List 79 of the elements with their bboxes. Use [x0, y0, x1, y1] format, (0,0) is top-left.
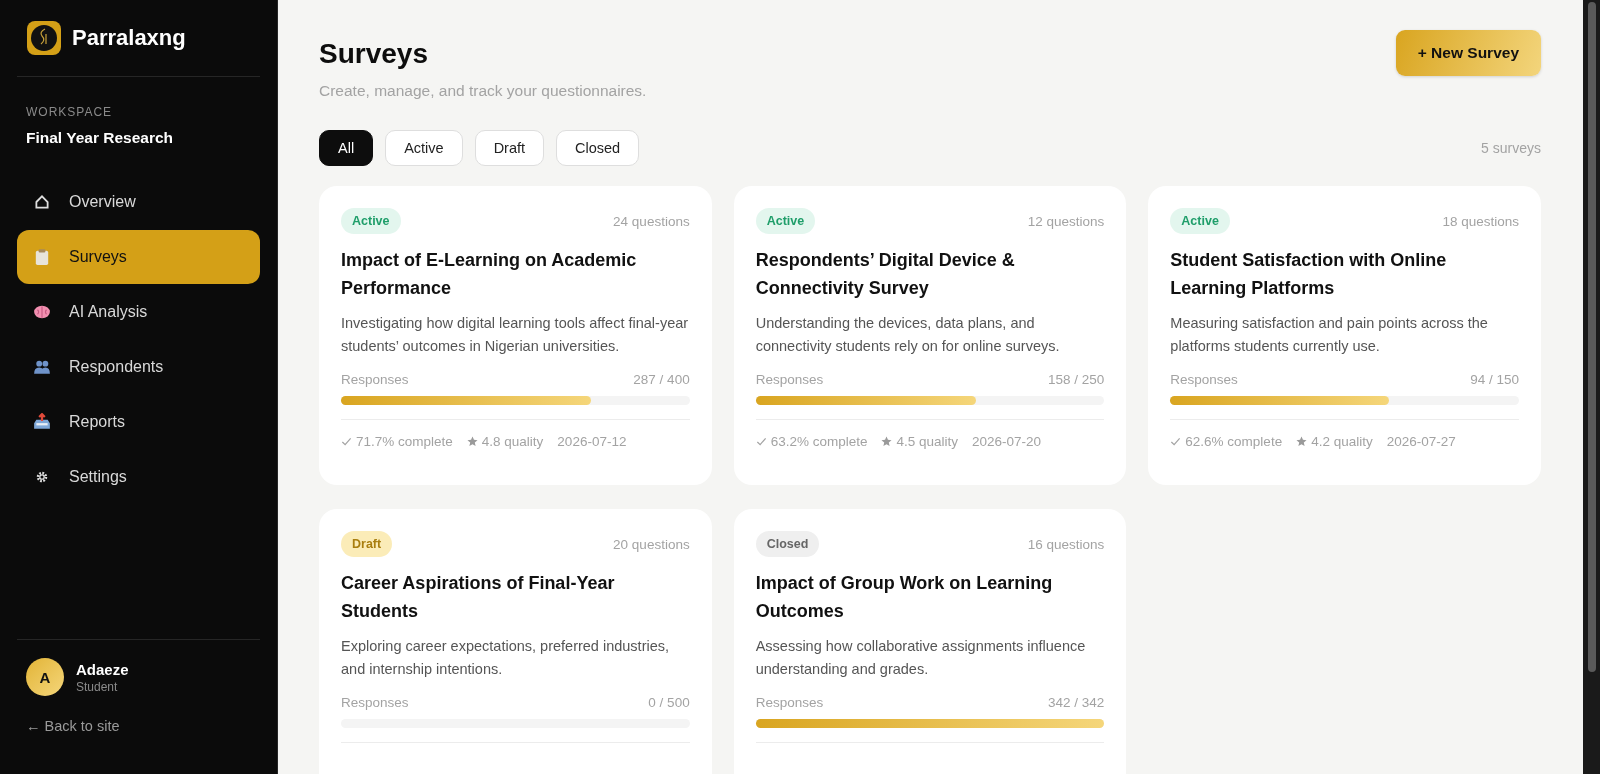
- people-icon: [33, 358, 51, 376]
- sidebar-item[interactable]: Overview: [17, 175, 260, 229]
- check-icon: [1170, 436, 1182, 447]
- star-icon: [881, 436, 893, 447]
- survey-title: Student Satisfaction with Online Learning Platforms: [1170, 249, 1448, 300]
- completion-rate: 71.7% complete: [356, 434, 453, 449]
- sidebar-item[interactable]: Settings: [17, 450, 260, 504]
- responses-count: 94 / 150: [1470, 372, 1519, 387]
- survey-description: Exploring career expectations, preferred industries, and internship intentions.: [341, 637, 671, 679]
- question-count: 24 questions: [613, 213, 690, 229]
- filter-tab[interactable]: Draft: [474, 130, 545, 166]
- survey-date: 2026-07-12: [557, 434, 627, 449]
- quality-score: 4.8 quality: [481, 434, 544, 449]
- responses-count: 0 / 500: [648, 695, 690, 710]
- survey-card[interactable]: [1148, 186, 1541, 485]
- star-icon: [466, 436, 478, 447]
- survey-title: Respondents’ Digital Device & Connectivity Survey: [755, 249, 1016, 300]
- sidebar-item[interactable]: Respondents: [17, 340, 260, 394]
- survey-count: 5 surveys: [1481, 140, 1541, 156]
- filter-tab[interactable]: Closed: [556, 130, 640, 166]
- page-subtitle: Create, manage, and track your questionnaires.: [319, 82, 647, 100]
- responses-count: 287 / 400: [633, 372, 690, 387]
- responses-label: Responses: [1170, 372, 1238, 387]
- survey-card[interactable]: [733, 186, 1127, 485]
- settings-icon: [35, 470, 49, 484]
- responses-count: 158 / 250: [1048, 372, 1105, 387]
- quality-score: 4.5 quality: [896, 434, 958, 449]
- sidebar-item[interactable]: Reports: [17, 395, 260, 449]
- scrollbar-thumb[interactable]: [1587, 2, 1596, 672]
- status-badge: Active: [341, 208, 401, 234]
- sidebar-item[interactable]: AI Analysis: [17, 285, 260, 339]
- survey-card[interactable]: [319, 186, 712, 485]
- survey-date: 2026-07-27: [1386, 434, 1456, 449]
- survey-description: Measuring satisfaction and pain points across the platforms students currently use.: [1170, 314, 1489, 356]
- responses-label: Responses: [341, 695, 409, 710]
- check-icon: [755, 436, 767, 447]
- user-avatar: A: [26, 658, 64, 696]
- responses-count: 342 / 342: [1048, 695, 1105, 710]
- survey-title: Career Aspirations of Final-Year Students: [341, 572, 616, 623]
- responses-label: Responses: [755, 695, 824, 710]
- quality-score: 4.2 quality: [1311, 434, 1373, 449]
- page-title: Surveys: [319, 38, 429, 70]
- logo-icon: [26, 20, 62, 56]
- survey-card[interactable]: Draft 20 questions Career Aspirations of Final-Year Students Exploring career expectations, preferred industries, and internship intentions. Responses 0 / 500: [319, 509, 712, 774]
- responses-label: Responses: [755, 372, 824, 387]
- filter-tab[interactable]: Active: [385, 130, 463, 166]
- check-icon: [341, 436, 352, 447]
- survey-description: Understanding the devices, data plans, and connectivity students rely on for online surveys.: [755, 314, 1061, 356]
- question-count: 12 questions: [1027, 213, 1105, 229]
- brain-icon: [33, 303, 51, 321]
- question-count: 20 questions: [613, 536, 690, 552]
- workspace-label: WORKSPACE: [26, 105, 114, 119]
- star-icon: [1296, 436, 1308, 447]
- home-icon: [33, 193, 51, 211]
- completion-rate: 63.2% complete: [770, 434, 868, 449]
- user-name: Adaeze: [76, 660, 129, 678]
- status-badge: Active: [1170, 208, 1230, 234]
- status-badge: Draft: [341, 531, 393, 557]
- workspace-name: Final Year Research: [26, 129, 175, 147]
- user-role: Student: [76, 679, 119, 694]
- brand-name: Parralaxng: [72, 25, 186, 51]
- back-link[interactable]: ← Back to site: [26, 718, 120, 734]
- status-badge: Active: [755, 208, 816, 234]
- survey-date: 2026-07-20: [972, 434, 1042, 449]
- survey-description: Investigating how digital learning tools affect final-year students’ outcomes in Nigerian universities.: [341, 314, 690, 356]
- filter-tab[interactable]: All: [319, 130, 374, 166]
- survey-title: Impact of E-Learning on Academic Performance: [341, 249, 638, 300]
- survey-title: Impact of Group Work on Learning Outcomes: [755, 572, 1054, 623]
- question-count: 18 questions: [1442, 213, 1519, 229]
- completion-rate: 62.6% complete: [1185, 434, 1283, 449]
- responses-label: Responses: [341, 372, 409, 387]
- new-survey-button[interactable]: + New Survey: [1395, 30, 1541, 76]
- question-count: 16 questions: [1027, 536, 1105, 552]
- clipboard-icon: [33, 248, 51, 266]
- survey-card[interactable]: Closed 16 questions Impact of Group Work on Learning Outcomes Assessing how collaborative assignments influence understanding and grades. Responses 342 / 342: [733, 509, 1127, 774]
- status-badge: Closed: [755, 531, 820, 557]
- inbox-tray-icon: [33, 413, 51, 431]
- sidebar-item[interactable]: Surveys: [17, 230, 260, 284]
- survey-description: Assessing how collaborative assignments influence understanding and grades.: [755, 637, 1087, 679]
